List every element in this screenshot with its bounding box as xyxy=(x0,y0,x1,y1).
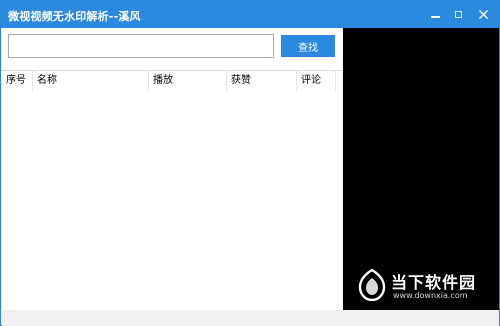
status-bar xyxy=(2,310,499,326)
column-header-comments[interactable]: 评论 xyxy=(297,71,336,91)
list-body[interactable] xyxy=(2,91,342,311)
column-header-name[interactable]: 名称 xyxy=(33,71,149,91)
column-header-index[interactable]: 序号 xyxy=(2,71,33,91)
app-window: 微视视频无水印解析--溪风 查找 序号 名称 播放 获赞 评论 当下软件园 ww… xyxy=(0,0,500,326)
minimize-icon xyxy=(430,16,440,18)
search-button[interactable]: 查找 xyxy=(281,35,335,57)
list-header: 序号 名称 播放 获赞 评论 xyxy=(2,71,336,91)
title-bar[interactable]: 微视视频无水印解析--溪风 xyxy=(1,1,499,28)
column-header-plays[interactable]: 播放 xyxy=(149,71,227,91)
downxia-logo-icon xyxy=(358,269,386,301)
maximize-icon xyxy=(454,11,462,18)
window-title: 微视视频无水印解析--溪风 xyxy=(8,10,141,23)
column-header-likes[interactable]: 获赞 xyxy=(227,71,297,91)
watermark-url: www.downxia.com xyxy=(393,291,468,300)
close-icon xyxy=(478,10,488,19)
search-area: 查找 xyxy=(2,28,342,70)
video-list[interactable]: 序号 名称 播放 获赞 评论 xyxy=(2,70,342,310)
site-watermark: 当下软件园 www.downxia.com xyxy=(357,267,497,307)
maximize-button[interactable] xyxy=(444,1,472,28)
search-input[interactable] xyxy=(8,34,274,58)
close-button[interactable] xyxy=(469,1,497,28)
watermark-text: 当下软件园 xyxy=(391,273,477,292)
left-panel: 查找 序号 名称 播放 获赞 评论 xyxy=(2,28,342,310)
